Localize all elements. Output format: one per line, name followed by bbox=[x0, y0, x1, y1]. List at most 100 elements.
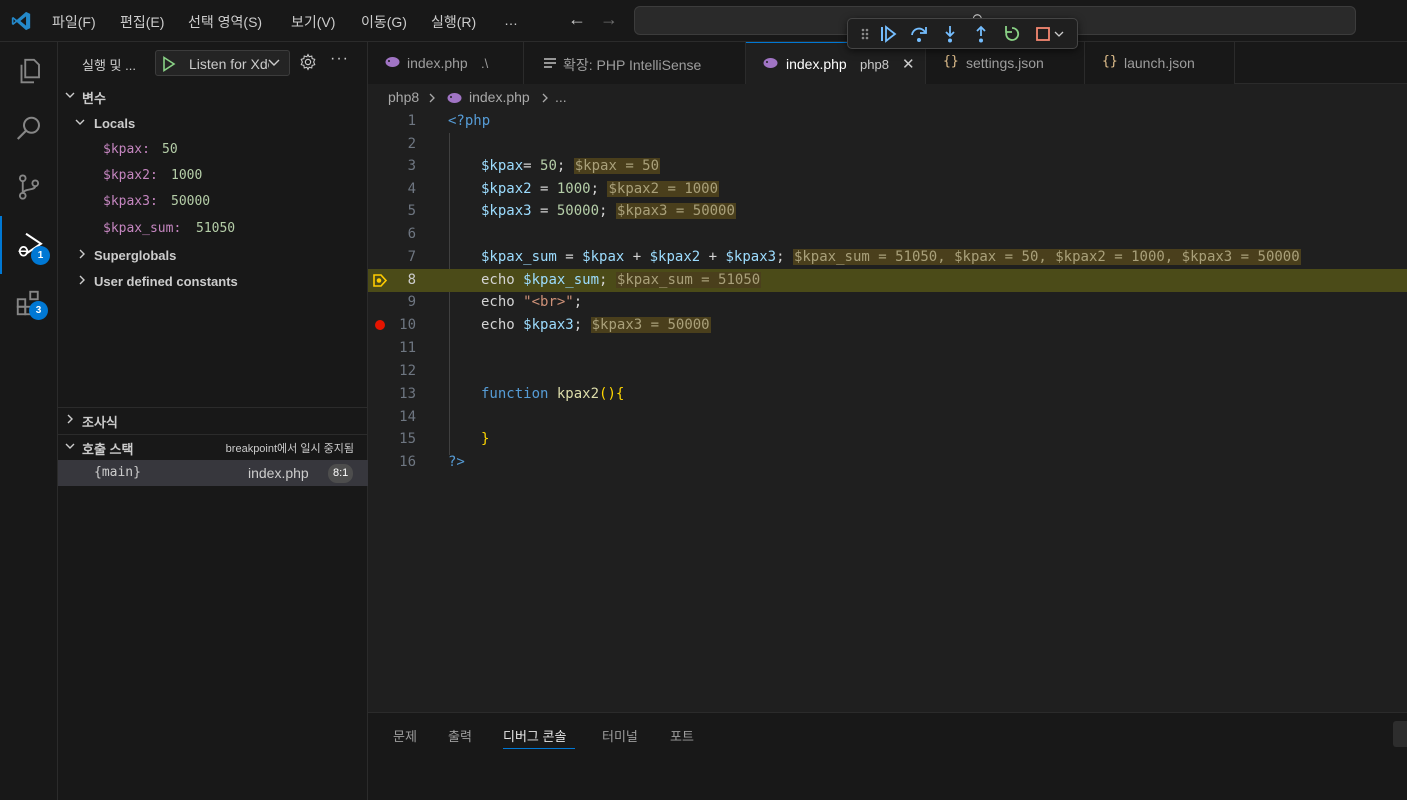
code-token: echo bbox=[481, 294, 524, 310]
code-line[interactable]: 16 ?> bbox=[368, 451, 1407, 474]
menu-file[interactable]: 파일(F) bbox=[52, 12, 96, 32]
menu-go[interactable]: 이동(G) bbox=[361, 12, 407, 32]
locals-scope[interactable]: Locals bbox=[58, 110, 368, 136]
code-line[interactable]: 2 bbox=[368, 133, 1407, 156]
line-number: 2 bbox=[407, 136, 416, 152]
code-text: $kpax= 50; $kpax = 50 bbox=[481, 158, 661, 174]
chevron-down-icon bbox=[65, 92, 75, 98]
chevron-right-icon bbox=[542, 93, 548, 103]
user-constants-scope[interactable]: User defined constants bbox=[58, 268, 368, 294]
code-line[interactable]: 10 echo $kpax3; $kpax3 = 50000 bbox=[368, 314, 1407, 337]
code-token: $kpax3 bbox=[481, 203, 532, 219]
active-tab-indicator bbox=[503, 748, 575, 749]
current-execution-line[interactable]: 8 echo $kpax_sum; $kpax_sum = 51050 bbox=[368, 269, 1407, 292]
restart-icon[interactable] bbox=[1001, 24, 1023, 44]
source-control-button[interactable] bbox=[0, 158, 58, 216]
tab-index-php-root[interactable]: index.php .\ bbox=[368, 42, 524, 84]
run-and-debug-button[interactable]: 1 bbox=[0, 216, 58, 274]
tab-description: .\ bbox=[481, 56, 489, 71]
code-token: = bbox=[556, 249, 583, 265]
code-line[interactable]: 13 function kpax2(){ bbox=[368, 383, 1407, 406]
title-bar: 파일(F) 편집(E) 선택 영역(S) 보기(V) 이동(G) 실행(R) …… bbox=[0, 0, 1407, 42]
panel-tab-debug-console[interactable]: 디버그 콘솔 bbox=[503, 726, 566, 745]
menu-view[interactable]: 보기(V) bbox=[291, 12, 335, 32]
callstack-section-header[interactable]: 호출 스택 breakpoint에서 일시 중지됨 bbox=[58, 434, 368, 458]
watch-section-header[interactable]: 조사식 bbox=[58, 407, 368, 431]
step-into-icon[interactable] bbox=[939, 24, 961, 44]
explorer-button[interactable] bbox=[0, 42, 58, 100]
variable-row[interactable]: $kpax: 50 bbox=[58, 136, 368, 162]
code-text: <?php bbox=[448, 113, 490, 129]
code-token: $kpax_sum bbox=[523, 272, 600, 288]
step-out-icon[interactable] bbox=[970, 24, 992, 44]
inline-value: $kpax_sum = 51050, $kpax = 50, $kpax2 = … bbox=[792, 249, 1301, 265]
continue-icon[interactable] bbox=[877, 24, 899, 44]
code-token: } bbox=[481, 431, 490, 447]
code-token: "<br>" bbox=[523, 294, 574, 310]
search-view-button[interactable] bbox=[0, 100, 58, 158]
variable-value: 51050 bbox=[196, 221, 236, 236]
chevron-down-icon bbox=[75, 119, 85, 125]
step-over-icon[interactable] bbox=[908, 24, 930, 44]
breadcrumb-symbols[interactable]: ... bbox=[555, 89, 567, 105]
breadcrumb-file[interactable]: index.php bbox=[469, 89, 530, 105]
code-line[interactable]: 15 } bbox=[368, 428, 1407, 451]
breadcrumb-folder[interactable]: php8 bbox=[388, 89, 419, 105]
code-line[interactable]: 5 $kpax3 = 50000; $kpax3 = 50000 bbox=[368, 200, 1407, 223]
code-line[interactable]: 7 $kpax_sum = $kpax + $kpax2 + $kpax3; $… bbox=[368, 246, 1407, 269]
code-line[interactable]: 1 <?php bbox=[368, 110, 1407, 133]
code-line[interactable]: 11 bbox=[368, 337, 1407, 360]
code-line[interactable]: 9 echo "<br>"; bbox=[368, 291, 1407, 314]
more-actions-button[interactable]: ··· bbox=[330, 50, 349, 68]
code-editor[interactable]: 1 <?php 2 3 $kpax= 50; $kpax = 50 4 $kpa… bbox=[368, 110, 1407, 712]
code-line[interactable]: 12 bbox=[368, 360, 1407, 383]
line-number: 12 bbox=[399, 363, 416, 379]
variable-row[interactable]: $kpax_sum: 51050 bbox=[58, 215, 368, 241]
menu-more[interactable]: … bbox=[504, 12, 518, 28]
launch-config-select[interactable]: Listen for Xdebug bbox=[155, 50, 290, 76]
code-token: $kpax3 bbox=[725, 249, 777, 265]
panel-tab-terminal[interactable]: 터미널 bbox=[602, 726, 638, 745]
line-number: 1 bbox=[407, 113, 416, 129]
menu-selection[interactable]: 선택 영역(S) bbox=[188, 12, 262, 32]
callstack-frame[interactable]: {main} index.php 8:1 bbox=[58, 460, 368, 486]
gear-icon[interactable] bbox=[299, 53, 317, 71]
php-elephant-icon bbox=[385, 57, 400, 67]
superglobals-scope[interactable]: Superglobals bbox=[58, 242, 368, 268]
tab-label: settings.json bbox=[966, 55, 1044, 71]
drag-handle-icon[interactable] bbox=[854, 24, 876, 44]
code-token: + bbox=[700, 249, 726, 265]
code-token: $kpax bbox=[582, 249, 625, 265]
frame-name: {main} bbox=[94, 465, 141, 480]
code-line[interactable]: 14 bbox=[368, 406, 1407, 429]
code-line[interactable]: 6 bbox=[368, 223, 1407, 246]
panel-filter-input[interactable] bbox=[1393, 721, 1407, 747]
code-line[interactable]: 3 $kpax= 50; $kpax = 50 bbox=[368, 155, 1407, 178]
tab-launch-json[interactable]: {} launch.json bbox=[1085, 42, 1235, 84]
forward-arrow-icon[interactable]: → bbox=[600, 9, 618, 30]
sidebar-title: 실행 및 ... bbox=[82, 58, 136, 73]
panel-tab-problems[interactable]: 문제 bbox=[393, 726, 417, 745]
tab-php-intellisense[interactable]: 확장: PHP IntelliSense bbox=[524, 42, 746, 84]
bottom-panel: 문제 출력 디버그 콘솔 터미널 포트 bbox=[368, 712, 1407, 800]
menu-edit[interactable]: 편집(E) bbox=[120, 12, 164, 32]
tab-label: index.php bbox=[407, 55, 468, 71]
variable-row[interactable]: $kpax2: 1000 bbox=[58, 162, 368, 188]
panel-tab-ports[interactable]: 포트 bbox=[670, 726, 694, 745]
menu-run[interactable]: 실행(R) bbox=[431, 12, 476, 32]
start-debugging-icon[interactable] bbox=[162, 56, 176, 72]
code-token: 1000 bbox=[556, 181, 591, 197]
variable-row[interactable]: $kpax3: 50000 bbox=[58, 188, 368, 214]
variables-section-header[interactable]: 변수 bbox=[58, 84, 368, 108]
code-text: $kpax2 = 1000; $kpax2 = 1000 bbox=[481, 181, 720, 197]
close-icon[interactable]: ✕ bbox=[902, 55, 915, 73]
chevron-down-icon[interactable] bbox=[1052, 24, 1066, 44]
code-token: + bbox=[624, 249, 650, 265]
extensions-button[interactable]: 3 bbox=[0, 274, 58, 332]
back-arrow-icon[interactable]: ← bbox=[568, 9, 586, 30]
code-line[interactable]: 4 $kpax2 = 1000; $kpax2 = 1000 bbox=[368, 178, 1407, 201]
frame-position-badge: 8:1 bbox=[328, 464, 354, 483]
code-token: ; bbox=[599, 203, 608, 219]
panel-tab-output[interactable]: 출력 bbox=[448, 726, 472, 745]
php-elephant-icon bbox=[447, 93, 462, 103]
